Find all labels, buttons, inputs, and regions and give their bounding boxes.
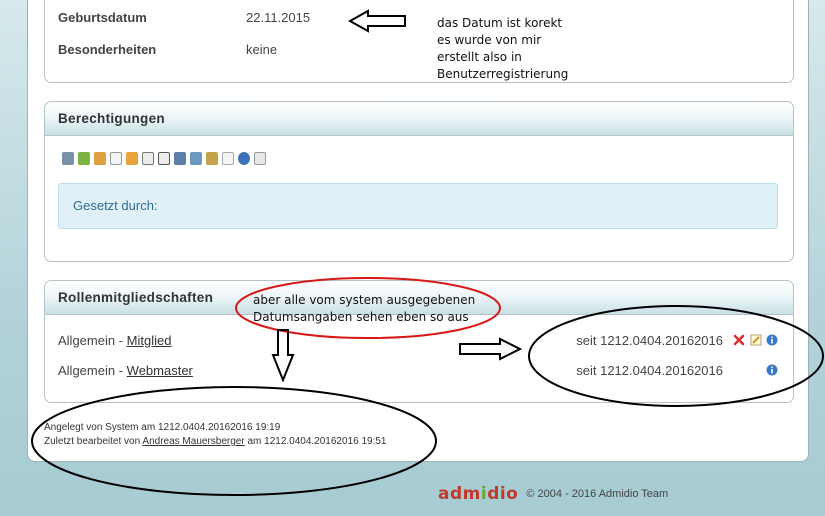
created-info: Angelegt von System am 1212.0404.2016201…	[44, 422, 281, 433]
edit-icon[interactable]	[750, 334, 762, 346]
profile-panel: Geburtsdatum 22.11.2015 Besonderheiten k…	[44, 0, 794, 83]
role-link-mitglied[interactable]: Mitglied	[127, 333, 172, 348]
role-separator: -	[115, 333, 127, 348]
copyright: © 2004 - 2016 Admidio Team	[526, 488, 669, 500]
copy-icon[interactable]	[254, 152, 266, 165]
dates-icon[interactable]	[158, 152, 170, 165]
annotation-note-date: das Datum ist korekt es wurde von mir er…	[437, 16, 569, 81]
announcement-icon[interactable]	[142, 152, 154, 165]
role-category: Allgemein	[58, 333, 116, 348]
role-link-webmaster[interactable]: Webmaster	[127, 363, 193, 378]
profile-icon[interactable]	[126, 152, 138, 165]
users-icon[interactable]	[94, 152, 106, 165]
birthdate-value: 22.11.2015	[246, 10, 311, 25]
permissions-panel: Berechtigungen Gesetzt durch:	[44, 101, 794, 262]
guestbook-icon[interactable]	[222, 152, 234, 165]
role-row: Allgemein - Mitglied	[58, 333, 171, 348]
permissions-title: Berechtigungen	[45, 102, 793, 136]
photo-icon[interactable]	[174, 152, 186, 165]
footer: admidio © 2004 - 2016 Admidio Team	[438, 484, 668, 504]
editor-link[interactable]: Andreas Mauersberger	[142, 436, 244, 447]
birthdate-label: Geburtsdatum	[58, 10, 147, 25]
downloads-icon[interactable]	[206, 152, 218, 165]
role-since: seit 1212.0404.20162016	[576, 333, 723, 348]
delete-icon[interactable]	[733, 334, 745, 346]
annotation-note-format: aber alle vom system ausgegebenen Datums…	[253, 293, 476, 324]
role-category: Allgemein	[58, 363, 116, 378]
mail-icon[interactable]	[110, 152, 122, 165]
info-icon[interactable]	[766, 364, 778, 376]
role-separator: -	[115, 363, 127, 378]
role-row: Allgemein - Webmaster	[58, 363, 193, 378]
content-sheet: Geburtsdatum 22.11.2015 Besonderheiten k…	[27, 0, 809, 462]
add-user-icon[interactable]	[78, 152, 90, 165]
special-value: keine	[246, 42, 278, 57]
edited-prefix: Zuletzt bearbeitet von	[44, 436, 143, 447]
info-icon[interactable]	[766, 334, 778, 346]
admidio-logo[interactable]: admidio	[438, 484, 518, 504]
edited-suffix: am 1212.0404.20162016 19:51	[244, 436, 387, 447]
edited-info: Zuletzt bearbeitet von Andreas Mauersber…	[44, 436, 386, 447]
special-label: Besonderheiten	[58, 42, 157, 57]
permission-icons	[62, 152, 266, 165]
weblinks-icon[interactable]	[238, 152, 250, 165]
camera-icon[interactable]	[190, 152, 202, 165]
set-by-alert: Gesetzt durch:	[58, 183, 778, 229]
admin-icon[interactable]	[62, 152, 74, 165]
role-since: seit 1212.0404.20162016	[576, 363, 723, 378]
